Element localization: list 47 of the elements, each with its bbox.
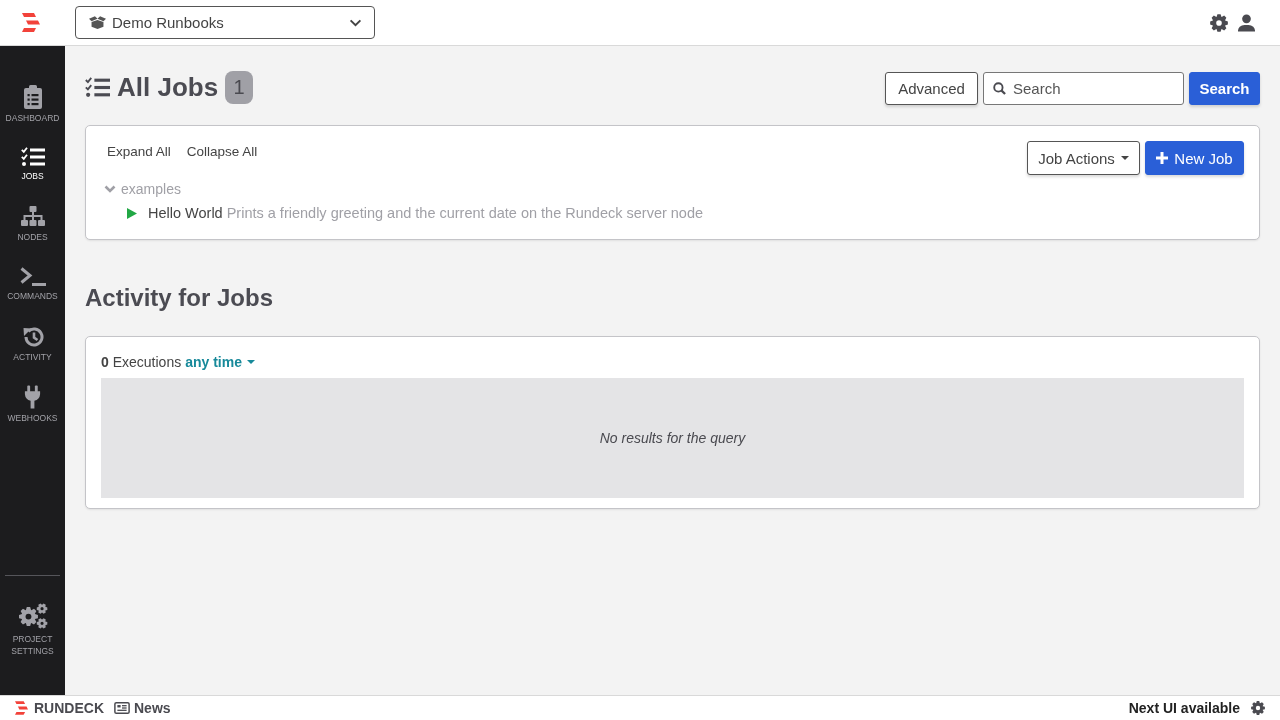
next-ui-label: Next UI available <box>1128 700 1240 716</box>
plug-icon <box>23 385 42 409</box>
history-icon <box>21 326 44 348</box>
plus-icon <box>1156 152 1169 164</box>
sitemap-icon <box>20 206 45 228</box>
brand-link[interactable]: RUNDECK <box>15 700 104 716</box>
project-selector[interactable]: Demo Runbooks <box>75 6 375 39</box>
logo-icon[interactable] <box>22 13 40 32</box>
checklist-icon <box>20 147 45 167</box>
collapse-all-link[interactable]: Collapse All <box>186 141 258 163</box>
sidebar-item[interactable]: JOBS <box>0 136 65 196</box>
box-icon <box>89 16 106 29</box>
caret-icon <box>1120 156 1129 160</box>
time-filter-link[interactable]: any time <box>185 354 255 370</box>
search-icon <box>993 81 1006 95</box>
chevron-down-icon <box>349 18 362 27</box>
sidebar-item[interactable]: ACTIVITY <box>0 316 65 376</box>
settings-icon[interactable] <box>1210 13 1228 32</box>
terminal-icon <box>19 267 46 287</box>
newspaper-icon <box>114 702 130 714</box>
expand-all-link[interactable]: Expand All <box>107 141 171 163</box>
page-title: All Jobs <box>117 71 219 104</box>
sidebar-item[interactable]: DASHBOARD <box>0 76 65 136</box>
executions-count: 0 Executions <box>101 354 182 370</box>
empty-message: No results for the query <box>599 430 746 446</box>
section-heading: Activity for Jobs <box>85 283 274 313</box>
search-field[interactable]: Search <box>983 71 1184 105</box>
play-icon[interactable] <box>127 207 137 219</box>
clipboard-icon <box>23 85 42 109</box>
advanced-button[interactable]: Advanced <box>885 71 978 105</box>
sidebar-item[interactable]: WEBHOOKS <box>0 376 65 436</box>
caret-icon <box>247 360 255 364</box>
sidebar-item[interactable]: PROJECT SETTINGS <box>0 603 65 695</box>
search-button[interactable]: Search <box>1189 71 1260 105</box>
gears-icon <box>17 603 48 629</box>
job-count-badge: 1 <box>225 70 254 104</box>
job-description: Prints a friendly greeting and the current date on the Rundeck server node <box>226 204 704 223</box>
user-icon[interactable] <box>1238 13 1255 32</box>
news-link[interactable]: News <box>114 700 171 716</box>
settings-icon[interactable] <box>1251 701 1265 715</box>
sidebar-item[interactable]: NODES <box>0 196 65 256</box>
job-actions-button[interactable]: Job Actions <box>1027 141 1140 175</box>
checklist-icon <box>85 76 110 98</box>
job-link[interactable]: Hello World <box>148 203 223 223</box>
new-job-button[interactable]: New Job <box>1145 141 1244 175</box>
logo-icon <box>15 701 28 715</box>
sidebar-item[interactable]: COMMANDS <box>0 256 65 316</box>
